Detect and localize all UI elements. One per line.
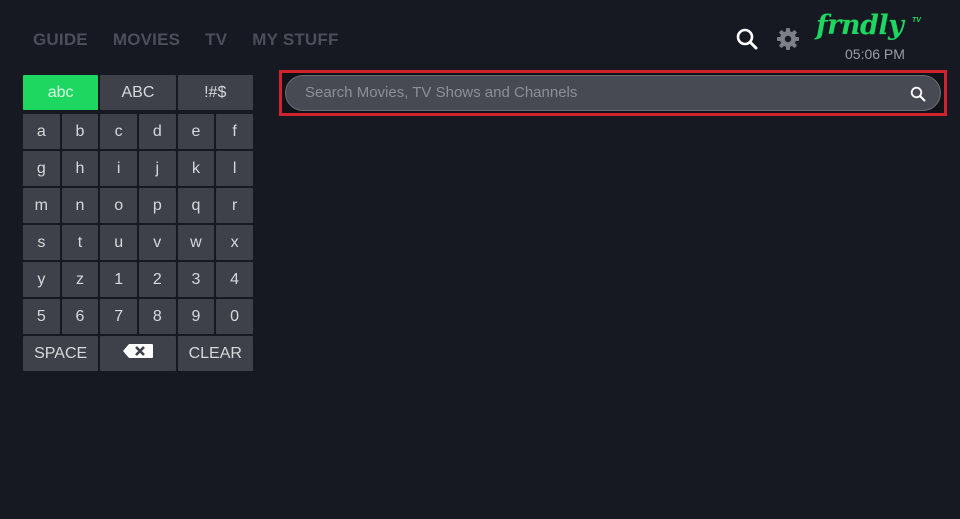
- key-5[interactable]: 5: [23, 299, 60, 334]
- key-4[interactable]: 4: [216, 262, 253, 297]
- gear-icon[interactable]: [776, 27, 800, 51]
- key-2[interactable]: 2: [138, 262, 176, 297]
- keyboard-row: yz1234: [23, 262, 253, 297]
- key-7[interactable]: 7: [100, 299, 137, 334]
- key-u[interactable]: u: [100, 225, 137, 260]
- key-r[interactable]: r: [216, 188, 253, 223]
- key-v[interactable]: v: [138, 225, 176, 260]
- nav-movies[interactable]: MOVIES: [113, 30, 180, 50]
- key-n[interactable]: n: [61, 188, 99, 223]
- nav-guide[interactable]: GUIDE: [33, 30, 88, 50]
- backspace-icon: [122, 343, 154, 364]
- key-1[interactable]: 1: [100, 262, 137, 297]
- keyboard-row: 567890: [23, 299, 253, 334]
- key-clear[interactable]: CLEAR: [177, 336, 253, 371]
- logo-tv-mark: TV: [912, 17, 921, 24]
- key-e[interactable]: e: [177, 114, 215, 149]
- key-o[interactable]: o: [100, 188, 137, 223]
- search-focus-frame: Search Movies, TV Shows and Channels: [279, 70, 947, 116]
- key-g[interactable]: g: [23, 151, 60, 186]
- key-9[interactable]: 9: [177, 299, 215, 334]
- on-screen-keyboard: abc ABC !#$ abcdefghijklmnopqrstuvwxyz12…: [23, 75, 253, 373]
- key-i[interactable]: i: [100, 151, 137, 186]
- key-l[interactable]: l: [216, 151, 253, 186]
- key-y[interactable]: y: [23, 262, 60, 297]
- key-j[interactable]: j: [138, 151, 176, 186]
- key-m[interactable]: m: [23, 188, 60, 223]
- keyboard-row: mnopqr: [23, 188, 253, 223]
- main-nav: GUIDE MOVIES TV MY STUFF: [33, 30, 339, 50]
- search-icon[interactable]: [735, 27, 759, 51]
- key-k[interactable]: k: [177, 151, 215, 186]
- keyboard-row: stuvwx: [23, 225, 253, 260]
- search-input[interactable]: Search Movies, TV Shows and Channels: [285, 75, 941, 111]
- nav-tv[interactable]: TV: [205, 30, 227, 50]
- key-mode-uppercase[interactable]: ABC: [100, 75, 176, 110]
- key-3[interactable]: 3: [177, 262, 215, 297]
- key-s[interactable]: s: [23, 225, 60, 260]
- key-q[interactable]: q: [177, 188, 215, 223]
- key-p[interactable]: p: [138, 188, 176, 223]
- frndly-logo: frndly: [816, 10, 904, 41]
- keyboard-row: ghijkl: [23, 151, 253, 186]
- key-t[interactable]: t: [61, 225, 99, 260]
- key-backspace[interactable]: [100, 336, 176, 371]
- key-8[interactable]: 8: [138, 299, 176, 334]
- key-x[interactable]: x: [216, 225, 253, 260]
- key-space[interactable]: SPACE: [23, 336, 99, 371]
- key-6[interactable]: 6: [61, 299, 99, 334]
- key-a[interactable]: a: [23, 114, 60, 149]
- nav-my-stuff[interactable]: MY STUFF: [252, 30, 338, 50]
- keyboard-row: abcdef: [23, 114, 253, 149]
- key-h[interactable]: h: [61, 151, 99, 186]
- key-mode-symbols[interactable]: !#$: [177, 75, 253, 110]
- key-mode-lowercase[interactable]: abc: [23, 75, 99, 110]
- key-d[interactable]: d: [138, 114, 176, 149]
- clock: 05:06 PM: [845, 46, 905, 62]
- key-0[interactable]: 0: [216, 299, 253, 334]
- key-c[interactable]: c: [100, 114, 137, 149]
- search-input-icon[interactable]: [910, 86, 926, 102]
- key-b[interactable]: b: [61, 114, 99, 149]
- key-w[interactable]: w: [177, 225, 215, 260]
- key-f[interactable]: f: [216, 114, 253, 149]
- key-z[interactable]: z: [61, 262, 99, 297]
